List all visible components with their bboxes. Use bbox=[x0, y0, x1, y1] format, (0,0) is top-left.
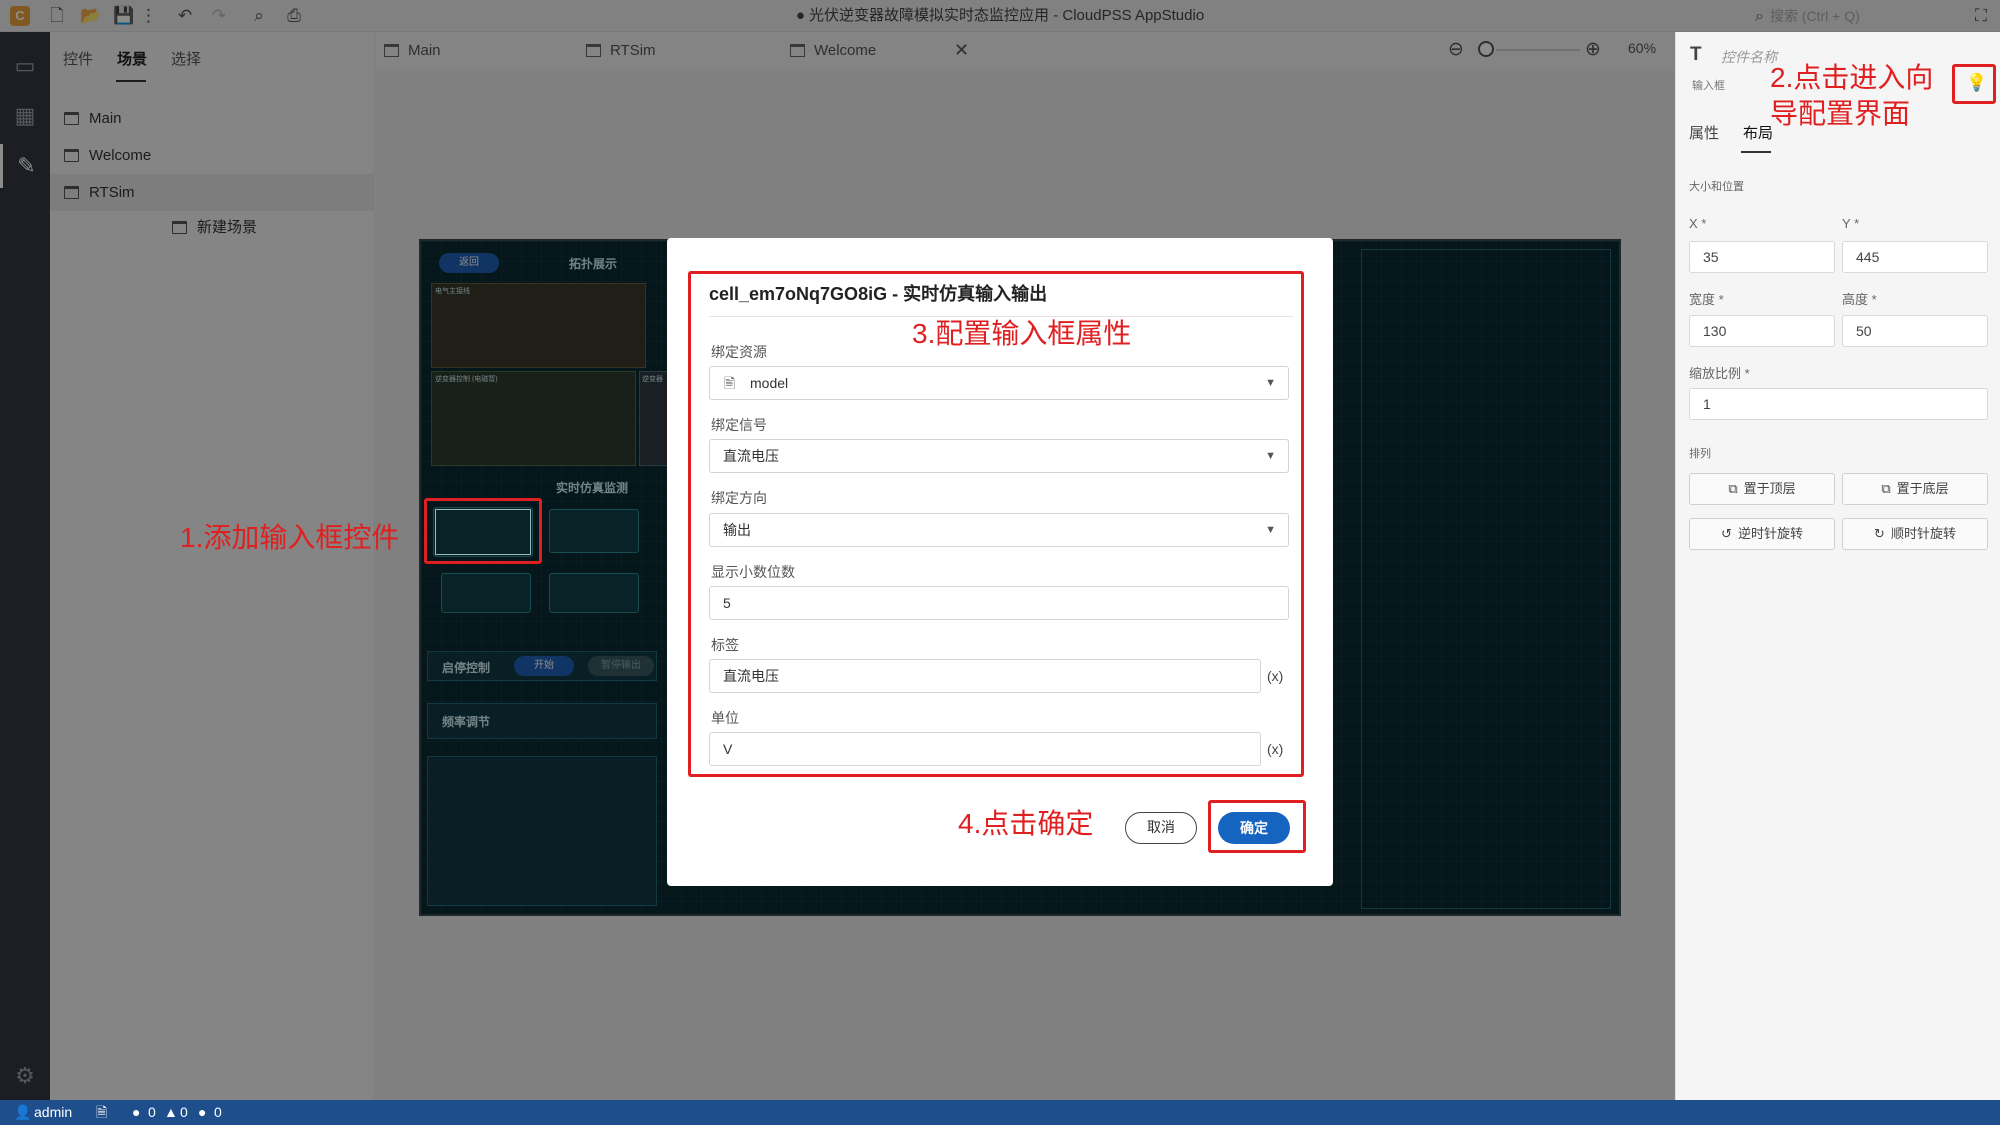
tab-properties[interactable]: 属性 bbox=[1689, 122, 1719, 143]
rotate-ccw-label: 逆时针旋转 bbox=[1737, 526, 1803, 541]
rotate-ccw-icon: ↺ bbox=[1721, 526, 1732, 541]
info-icon: ● bbox=[198, 1104, 207, 1120]
size-position-label: 大小和位置 bbox=[1689, 181, 1744, 193]
annotation-box-confirm bbox=[1208, 800, 1306, 853]
rotate-cw-button[interactable]: ↻ 顺时针旋转 bbox=[1842, 518, 1988, 550]
rotate-ccw-button[interactable]: ↺ 逆时针旋转 bbox=[1689, 518, 1835, 550]
x-input[interactable]: 35 bbox=[1689, 241, 1835, 273]
bring-to-top-label: 置于顶层 bbox=[1743, 481, 1796, 496]
annotation-step1: 1.添加输入框控件 bbox=[180, 522, 400, 553]
bring-to-top-button[interactable]: ⧉ 置于顶层 bbox=[1689, 473, 1835, 505]
height-label: 高度 * bbox=[1842, 289, 1877, 308]
layer-down-icon: ⧉ bbox=[1881, 481, 1891, 496]
width-input[interactable]: 130 bbox=[1689, 315, 1835, 347]
text-control-icon: T bbox=[1690, 44, 1702, 65]
selection-frame bbox=[435, 509, 531, 555]
layer-up-icon: ⧉ bbox=[1728, 481, 1738, 496]
annotation-box-wizard: 💡 bbox=[1952, 64, 1996, 104]
width-label-text: 宽度 bbox=[1689, 292, 1716, 307]
error-count[interactable]: 0 bbox=[148, 1100, 156, 1125]
annotation-box-cell bbox=[424, 498, 542, 564]
annotation-step2-line1: 2.点击进入向 bbox=[1770, 62, 1934, 93]
send-to-bottom-label: 置于底层 bbox=[1896, 481, 1949, 496]
width-label: 宽度 * bbox=[1689, 289, 1724, 308]
user-name[interactable]: admin bbox=[34, 1100, 72, 1125]
rotate-cw-label: 顺时针旋转 bbox=[1890, 526, 1956, 541]
scale-input[interactable]: 1 bbox=[1689, 388, 1988, 420]
y-input[interactable]: 445 bbox=[1842, 241, 1988, 273]
cancel-button[interactable]: 取消 bbox=[1125, 812, 1197, 844]
annotation-step4: 4.点击确定 bbox=[958, 808, 1094, 839]
warning-count[interactable]: 0 bbox=[180, 1100, 188, 1125]
document-icon: 🗎 bbox=[96, 1104, 108, 1120]
properties-panel: T 控件名称 输入框 属性 布局 大小和位置 X * Y * 35 445 宽度… bbox=[1675, 32, 2000, 1100]
required-mark: * bbox=[1718, 292, 1724, 307]
y-label-text: Y bbox=[1842, 216, 1851, 231]
scale-label-text: 缩放比例 bbox=[1689, 366, 1742, 381]
annotation-step2-line2: 导配置界面 bbox=[1770, 98, 1911, 129]
x-label-text: X bbox=[1689, 216, 1698, 231]
control-type: 输入框 bbox=[1692, 80, 1725, 92]
send-to-bottom-button[interactable]: ⧉ 置于底层 bbox=[1842, 473, 1988, 505]
status-bar: 👤 admin 🗎 ● 0 ▲ 0 ● 0 bbox=[0, 1100, 2000, 1125]
required-mark: * bbox=[1744, 366, 1750, 381]
height-label-text: 高度 bbox=[1842, 292, 1869, 307]
user-icon: 👤 bbox=[14, 1104, 32, 1120]
arrange-label: 排列 bbox=[1689, 448, 1711, 460]
error-icon: ● bbox=[132, 1104, 141, 1120]
required-mark: * bbox=[1854, 216, 1860, 231]
annotation-step3: 3.配置输入框属性 bbox=[912, 318, 1132, 349]
control-name-input[interactable]: 控件名称 bbox=[1721, 47, 1777, 67]
height-input[interactable]: 50 bbox=[1842, 315, 1988, 347]
wizard-lightbulb-icon[interactable]: 💡 bbox=[1966, 73, 1987, 93]
active-tab-indicator bbox=[1741, 151, 1771, 153]
rotate-cw-icon: ↻ bbox=[1874, 526, 1885, 541]
required-mark: * bbox=[1701, 216, 1707, 231]
y-label: Y * bbox=[1842, 216, 1859, 231]
tab-layout[interactable]: 布局 bbox=[1743, 122, 1773, 143]
scale-label: 缩放比例 * bbox=[1689, 363, 1750, 382]
required-mark: * bbox=[1871, 292, 1877, 307]
x-label: X * bbox=[1689, 216, 1706, 231]
warning-icon: ▲ bbox=[164, 1104, 178, 1120]
info-count[interactable]: 0 bbox=[214, 1100, 222, 1125]
